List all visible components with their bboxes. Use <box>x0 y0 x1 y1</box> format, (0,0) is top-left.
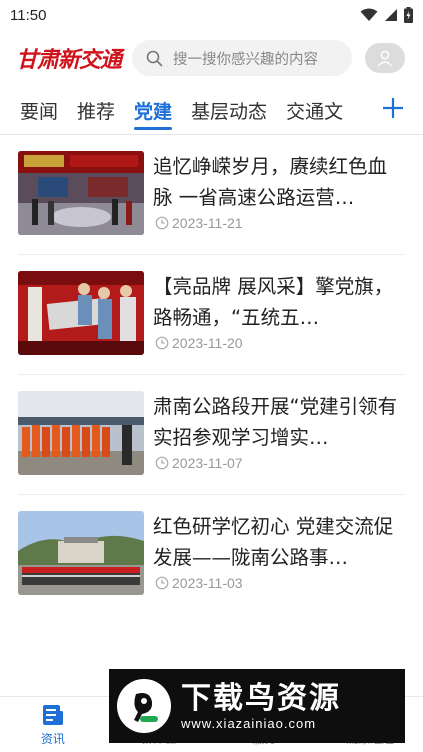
search-bar[interactable]: 搜一搜你感兴趣的内容 <box>132 40 352 76</box>
news-date: 2023-11-07 <box>155 455 243 471</box>
news-title: 【亮品牌 展风采】擎党旗，路畅通，“五统五… <box>153 275 394 329</box>
news-list: 追忆峥嵘岁月，赓续红色血脉 一省高速公路运营… 2023-11-21 【亮品牌 … <box>0 135 423 615</box>
news-thumbnail <box>18 271 144 355</box>
user-icon <box>377 50 393 67</box>
news-date: 2023-11-03 <box>155 575 243 591</box>
search-placeholder: 搜一搜你感兴趣的内容 <box>173 51 318 68</box>
news-item[interactable]: 红色研学忆初心 党建交流促发展——陇南公路事… 2023-11-03 <box>0 495 423 615</box>
watermark-banner: 下载鸟资源 www.xiazainiao.com <box>109 669 405 743</box>
news-date-text: 2023-11-07 <box>172 455 243 471</box>
news-date: 2023-11-21 <box>155 215 243 231</box>
plus-icon <box>383 98 403 118</box>
tab-yaowen[interactable]: 要闻 <box>20 86 58 134</box>
news-title: 红色研学忆初心 党建交流促发展——陇南公路事… <box>153 515 394 569</box>
status-icons <box>360 7 413 23</box>
status-time: 11:50 <box>10 6 47 24</box>
news-icon <box>42 704 63 725</box>
news-date-text: 2023-11-20 <box>172 335 243 351</box>
user-avatar-button[interactable] <box>365 43 405 73</box>
tab-jiaotongwen[interactable]: 交通文 <box>286 86 343 134</box>
watermark-title: 下载鸟资源 <box>181 680 341 716</box>
nav-label: 资讯 <box>40 731 65 746</box>
wifi-icon <box>360 8 378 21</box>
news-item[interactable]: 追忆峥嵘岁月，赓续红色血脉 一省高速公路运营… 2023-11-21 <box>0 135 423 255</box>
watermark-text: 下载鸟资源 www.xiazainiao.com <box>181 680 341 731</box>
tab-jiceng[interactable]: 基层动态 <box>191 86 267 134</box>
tab-tuijian[interactable]: 推荐 <box>77 86 115 134</box>
clock-icon <box>155 216 169 230</box>
battery-icon <box>404 7 413 23</box>
watermark-url: www.xiazainiao.com <box>181 715 317 731</box>
add-channel-button[interactable] <box>379 94 407 122</box>
status-bar: 11:50 <box>0 0 423 30</box>
signal-icon <box>385 9 397 21</box>
news-item[interactable]: 【亮品牌 展风采】擎党旗，路畅通，“五统五… 2023-11-20 <box>0 255 423 375</box>
news-date: 2023-11-20 <box>155 335 243 351</box>
app-logo: 甘肃新交通 <box>16 47 122 73</box>
clock-icon <box>155 576 169 590</box>
clock-icon <box>155 456 169 470</box>
tab-dangjian[interactable]: 党建 <box>134 86 173 134</box>
clock-icon <box>155 336 169 350</box>
nav-item-news[interactable]: 资讯 <box>0 697 106 752</box>
app-header: 甘肃新交通 搜一搜你感兴趣的内容 <box>0 36 423 80</box>
news-title: 肃南公路段开展“党建引领有实招参观学习增实… <box>153 395 398 449</box>
watermark-logo-icon <box>117 679 171 733</box>
search-icon <box>146 50 163 66</box>
news-date-text: 2023-11-03 <box>172 575 243 591</box>
news-thumbnail <box>18 391 144 475</box>
news-thumbnail <box>18 511 144 595</box>
news-title: 追忆峥嵘岁月，赓续红色血脉 一省高速公路运营… <box>153 155 388 209</box>
news-thumbnail <box>18 151 144 235</box>
channel-tabs: 要闻 推荐 党建 基层动态 交通文 <box>0 86 423 134</box>
news-item[interactable]: 肃南公路段开展“党建引领有实招参观学习增实… 2023-11-07 <box>0 375 423 495</box>
news-date-text: 2023-11-21 <box>172 215 243 231</box>
tabs-scroll[interactable]: 要闻 推荐 党建 基层动态 交通文 <box>20 86 375 134</box>
